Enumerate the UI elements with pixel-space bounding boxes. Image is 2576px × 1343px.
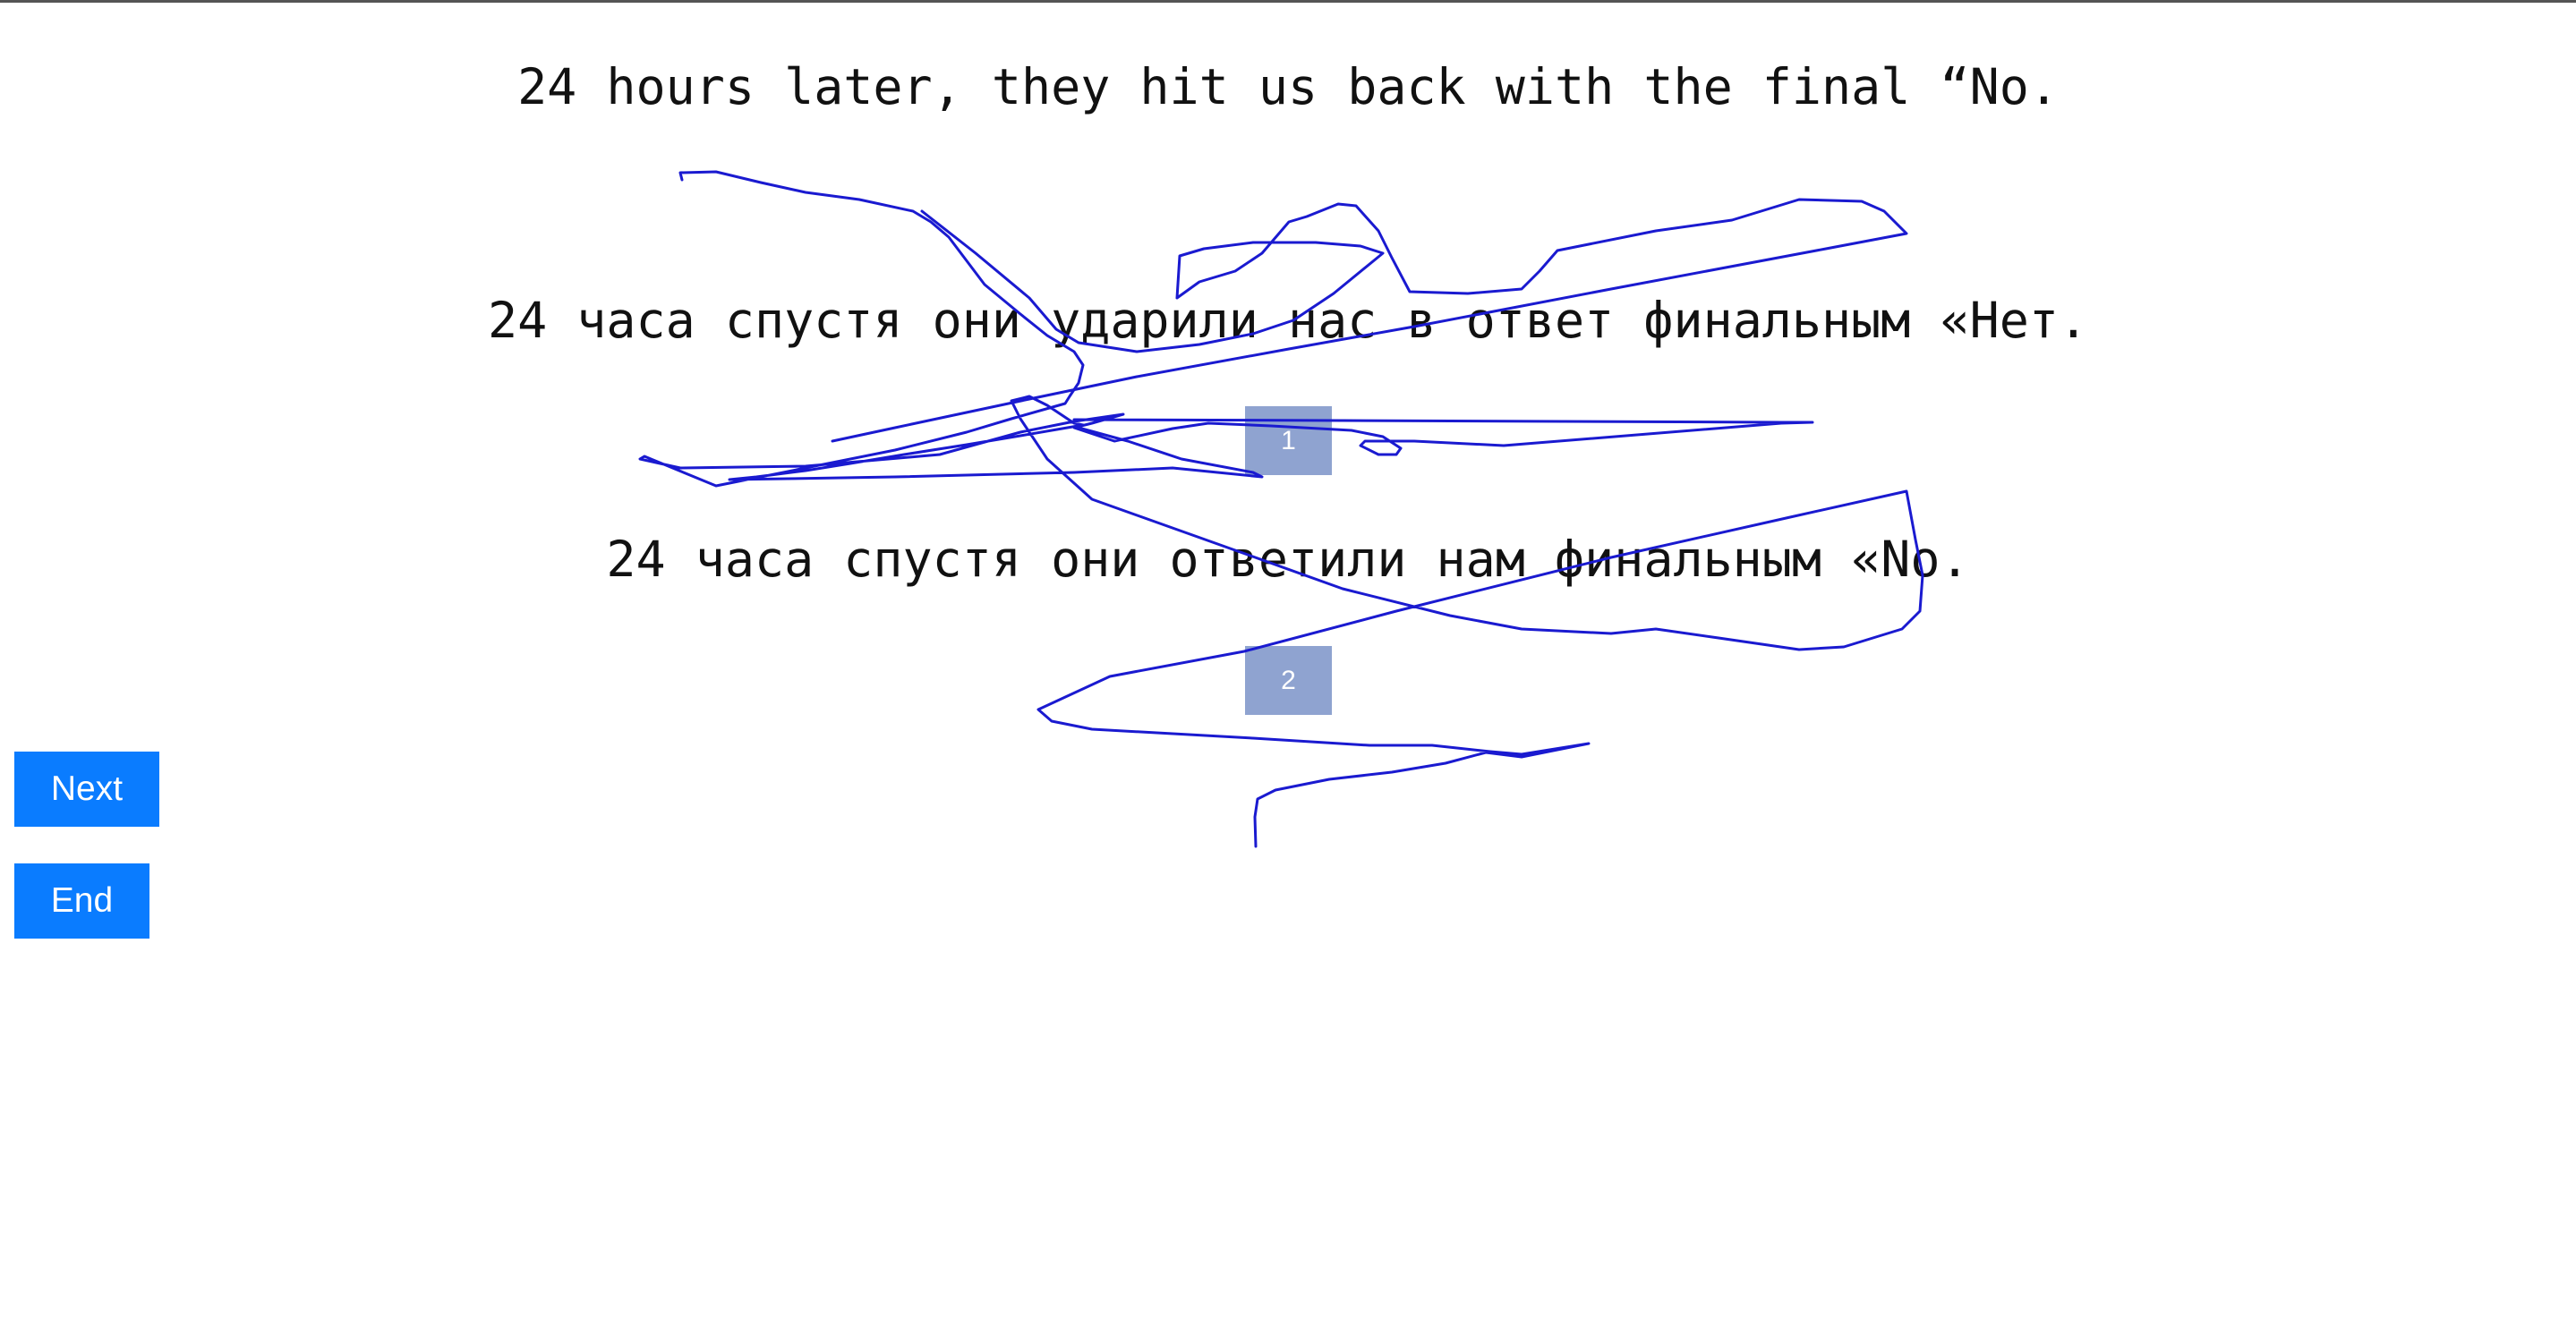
candidate-translation-1: 24 часа спустя они ударили нас в ответ ф…	[487, 292, 2089, 349]
annotation-stage: 24 hours later, they hit us back with th…	[0, 0, 2576, 1343]
candidate-translation-2: 24 часа спустя они ответили нам финальны…	[606, 531, 1970, 588]
next-button[interactable]: Next	[14, 752, 159, 827]
end-button[interactable]: End	[14, 863, 149, 939]
scribble-stroke	[638, 170, 1924, 848]
source-sentence: 24 hours later, they hit us back with th…	[517, 58, 2059, 115]
candidate-1-rank-badge[interactable]: 1	[1245, 406, 1332, 475]
candidate-2-rank-badge[interactable]: 2	[1245, 646, 1332, 715]
